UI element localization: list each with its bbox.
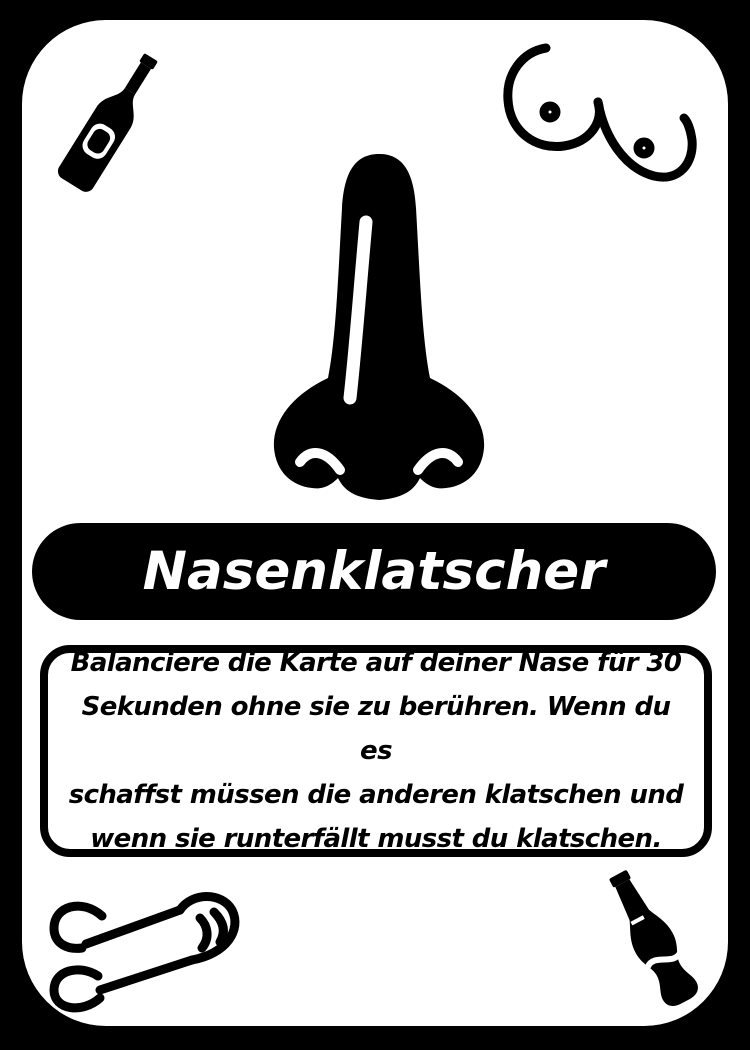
description-box: Balanciere die Karte auf deiner Nase für… [40,645,712,857]
title-banner: Nasenklatscher [32,523,716,620]
soda-bottle-icon [596,862,706,1012]
beer-bottle-icon [52,40,172,200]
penis-icon [42,878,252,1018]
card-description: Balanciere die Karte auf deiner Nase für… [68,648,684,854]
breasts-icon [494,40,704,200]
card-frame: Nasenklatscher Balanciere die Karte auf … [0,0,750,1050]
card-title: Nasenklatscher [142,541,606,602]
nose-icon [254,148,504,508]
